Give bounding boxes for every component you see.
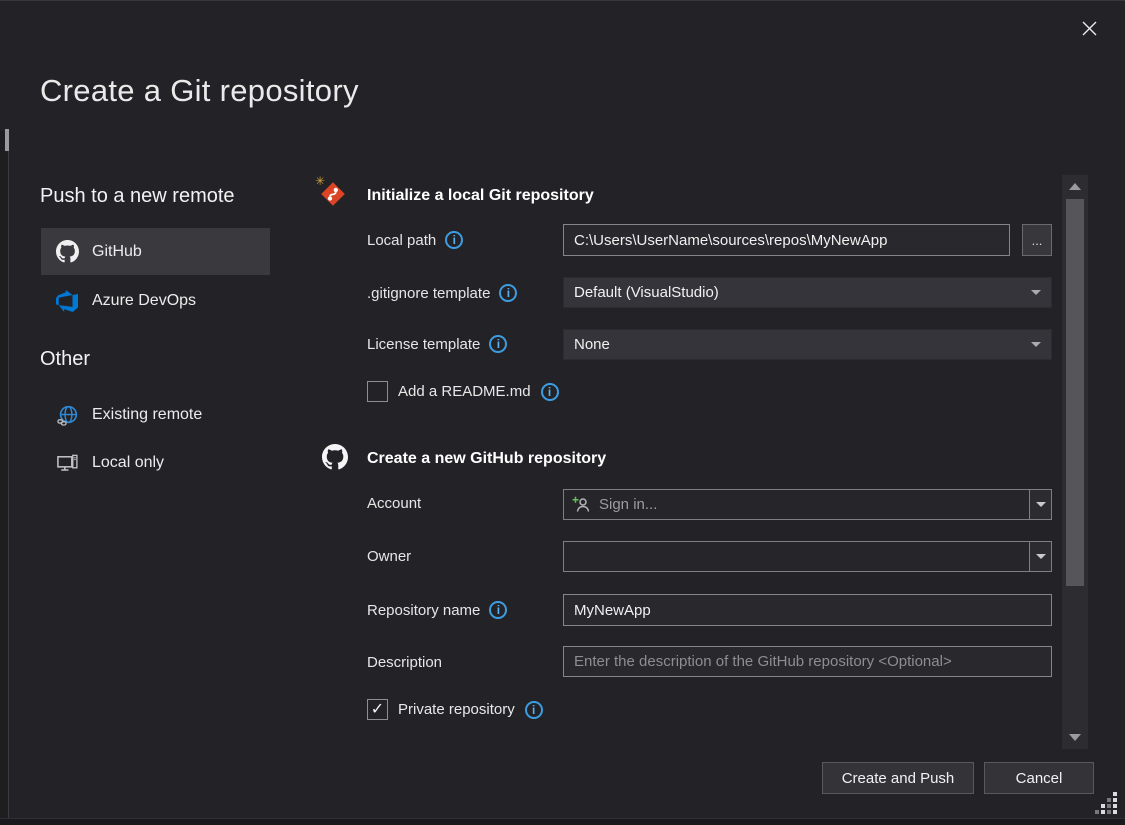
- background-window-bottom: [0, 818, 1125, 825]
- create-git-repository-dialog: Create a Git repository Push to a new re…: [0, 0, 1125, 825]
- description-input[interactable]: [563, 646, 1052, 677]
- sidebar-item-label: Local only: [92, 454, 164, 472]
- repo-name-label-row: Repository name: [367, 601, 507, 619]
- license-label-row: License template: [367, 335, 507, 353]
- account-dropdown-button[interactable]: [1029, 490, 1051, 519]
- readme-checkbox-row: Add a README.md: [367, 381, 559, 402]
- sidebar-item-label: GitHub: [92, 243, 142, 261]
- chevron-down-icon: [1031, 290, 1041, 295]
- gitignore-label: .gitignore template: [367, 285, 490, 302]
- gitignore-selected-value: Default (VisualStudio): [574, 284, 719, 301]
- local-path-input[interactable]: [563, 224, 1010, 256]
- create-and-push-button[interactable]: Create and Push: [822, 762, 974, 794]
- close-button[interactable]: [1072, 15, 1106, 47]
- new-git-repo-icon: ✳: [318, 179, 350, 211]
- sidebar-item-label: Existing remote: [92, 406, 202, 424]
- dialog-title: Create a Git repository: [40, 73, 359, 109]
- license-dropdown[interactable]: None: [563, 329, 1052, 360]
- repo-name-label: Repository name: [367, 602, 480, 619]
- github-section-heading: Create a new GitHub repository: [367, 450, 606, 468]
- sidebar-item-label: Azure DevOps: [92, 292, 196, 310]
- background-window-border: [8, 131, 9, 818]
- scroll-down-button[interactable]: [1062, 729, 1088, 746]
- private-repository-checkbox[interactable]: [367, 699, 388, 720]
- push-remote-heading: Push to a new remote: [40, 185, 235, 208]
- other-heading: Other: [40, 348, 90, 371]
- background-scrollbar-thumb: [5, 129, 9, 151]
- resize-grip[interactable]: [1094, 792, 1120, 821]
- info-icon[interactable]: [541, 383, 559, 401]
- repo-name-input[interactable]: [563, 594, 1052, 626]
- globe-link-icon: [55, 403, 79, 427]
- private-repository-label: Private repository: [398, 701, 515, 718]
- local-path-label-row: Local path: [367, 231, 463, 249]
- computer-icon: [55, 451, 79, 475]
- local-path-label: Local path: [367, 232, 436, 249]
- arrow-up-icon: [1069, 183, 1081, 190]
- cancel-button[interactable]: Cancel: [984, 762, 1094, 794]
- account-combobox[interactable]: Sign in...: [563, 489, 1052, 520]
- owner-combobox[interactable]: [563, 541, 1052, 572]
- private-checkbox-row: Private repository: [367, 699, 543, 720]
- info-icon[interactable]: [489, 335, 507, 353]
- scroll-up-button[interactable]: [1062, 178, 1088, 195]
- sidebar-item-github[interactable]: GitHub: [41, 228, 270, 275]
- gitignore-label-row: .gitignore template: [367, 284, 517, 302]
- account-value: Sign in...: [591, 496, 657, 513]
- chevron-down-icon: [1036, 502, 1046, 507]
- gitignore-dropdown[interactable]: Default (VisualStudio): [563, 277, 1052, 308]
- license-selected-value: None: [574, 336, 610, 353]
- description-label: Description: [367, 654, 442, 671]
- add-user-icon: [572, 496, 591, 513]
- new-sparkle-icon: ✳: [315, 174, 325, 188]
- github-icon: [55, 240, 79, 264]
- chevron-down-icon: [1036, 554, 1046, 559]
- info-icon[interactable]: [525, 701, 543, 719]
- sidebar-item-local-only[interactable]: Local only: [41, 443, 270, 483]
- browse-button[interactable]: ...: [1022, 224, 1052, 256]
- init-section-heading: Initialize a local Git repository: [367, 187, 594, 205]
- close-icon: [1082, 21, 1097, 41]
- arrow-down-icon: [1069, 734, 1081, 741]
- github-icon: [322, 444, 348, 470]
- info-icon[interactable]: [499, 284, 517, 302]
- vertical-scrollbar[interactable]: [1062, 175, 1088, 749]
- info-icon[interactable]: [489, 601, 507, 619]
- readme-label: Add a README.md: [398, 383, 531, 400]
- scrollbar-thumb[interactable]: [1066, 199, 1084, 586]
- account-label: Account: [367, 495, 421, 512]
- sidebar-item-azure-devops[interactable]: Azure DevOps: [41, 281, 270, 321]
- azure-devops-icon: [55, 289, 79, 313]
- chevron-down-icon: [1031, 342, 1041, 347]
- info-icon[interactable]: [445, 231, 463, 249]
- readme-checkbox[interactable]: [367, 381, 388, 402]
- sidebar-item-existing-remote[interactable]: Existing remote: [41, 395, 270, 435]
- owner-label: Owner: [367, 548, 411, 565]
- owner-dropdown-button[interactable]: [1029, 542, 1051, 571]
- license-label: License template: [367, 336, 480, 353]
